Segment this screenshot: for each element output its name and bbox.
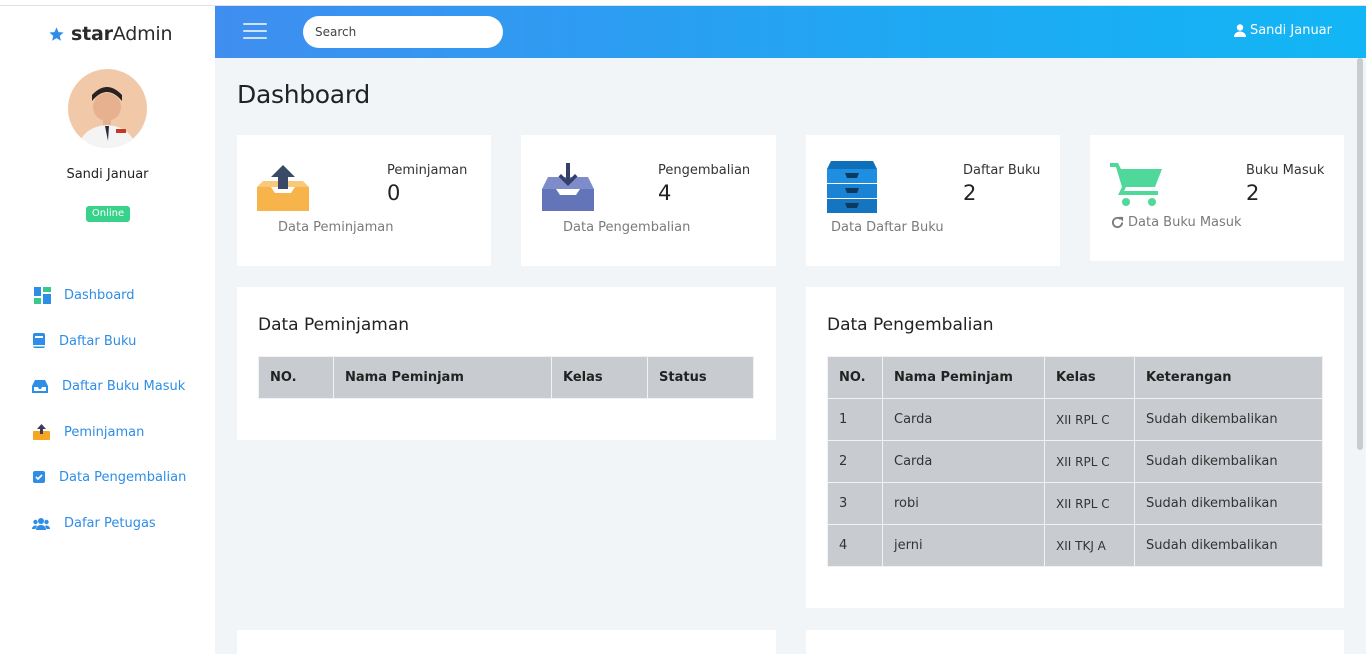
stat-value: 0: [387, 181, 401, 205]
table-row: 4 jerni XII TKJ A Sudah dikembalikan: [827, 524, 1323, 567]
profile-name: Sandi Januar: [66, 167, 149, 182]
sidebar-item-label: Dafar Petugas: [64, 515, 156, 531]
table-header-row: NO. Nama Peminjam Kelas Keterangan: [827, 356, 1323, 399]
cell-no: 3: [827, 482, 883, 525]
stat-link-data-peminjaman[interactable]: Data Peminjaman: [278, 220, 394, 235]
stat-link-data-buku-masuk[interactable]: Data Buku Masuk: [1111, 215, 1242, 230]
brand-logo[interactable]: star Admin: [48, 22, 173, 46]
panel-bottom-right: [806, 630, 1344, 654]
cell-keterangan: Sudah dikembalikan: [1134, 524, 1323, 567]
download-tray-icon: [542, 163, 594, 211]
stat-label: Buku Masuk: [1246, 163, 1325, 178]
sidebar-item-data-pengembalian[interactable]: Data Pengembalian: [0, 462, 215, 492]
table-row: 2 Carda XII RPL C Sudah dikembalikan: [827, 440, 1323, 483]
search-input[interactable]: [303, 16, 503, 48]
sidebar-item-label: Daftar Buku: [59, 333, 137, 349]
table-pengembalian: NO. Nama Peminjam Kelas Keterangan 1 Car…: [827, 356, 1323, 567]
stat-card-peminjaman: Peminjaman 0 Data Peminjaman: [237, 135, 491, 266]
stat-value: 4: [658, 181, 672, 205]
panel-bottom-left: [237, 630, 776, 654]
shopping-cart-icon: [1110, 163, 1162, 206]
page-scrollbar[interactable]: [1357, 58, 1363, 450]
brand-name-bold: star: [71, 23, 113, 45]
sidebar-item-label: Peminjaman: [64, 424, 145, 440]
panel-data-pengembalian: Data Pengembalian NO. Nama Peminjam Kela…: [806, 287, 1344, 608]
column-header[interactable]: Kelas: [1044, 356, 1135, 399]
sidebar-item-daftar-buku[interactable]: Daftar Buku: [0, 326, 215, 356]
user-icon: [1233, 24, 1246, 37]
stat-value: 2: [1246, 181, 1260, 205]
top-navbar: Sandi Januar: [215, 6, 1366, 58]
upload-tray-icon: [257, 165, 309, 211]
dashboard-icon: [33, 286, 51, 304]
table-header-row: NO. Nama Peminjam Kelas Status: [258, 356, 754, 399]
stat-label: Daftar Buku: [963, 163, 1041, 178]
cell-keterangan: Sudah dikembalikan: [1134, 440, 1323, 483]
stat-label: Peminjaman: [387, 163, 468, 178]
stat-label: Pengembalian: [658, 163, 751, 178]
stat-value: 2: [963, 181, 977, 205]
cell-nama: Carda: [882, 398, 1045, 441]
cell-no: 1: [827, 398, 883, 441]
column-header[interactable]: Nama Peminjam: [333, 356, 552, 399]
cell-nama: Carda: [882, 440, 1045, 483]
avatar: [68, 69, 147, 148]
page-title: Dashboard: [237, 80, 370, 109]
status-badge: Online: [86, 206, 130, 222]
stat-link-label: Data Buku Masuk: [1128, 215, 1242, 230]
column-header[interactable]: NO.: [827, 356, 883, 399]
sidebar-item-label: Data Pengembalian: [59, 469, 187, 485]
sidebar-item-daftar-buku-masuk[interactable]: Daftar Buku Masuk: [0, 371, 215, 401]
table-peminjaman: NO. Nama Peminjam Kelas Status: [258, 356, 754, 399]
panel-title: Data Pengembalian: [827, 315, 994, 335]
cell-keterangan: Sudah dikembalikan: [1134, 482, 1323, 525]
stat-card-buku-masuk: Buku Masuk 2 Data Buku Masuk: [1090, 135, 1344, 261]
inbox-icon: [31, 377, 49, 395]
book-icon: [30, 332, 48, 350]
upload-box-icon: [32, 423, 50, 441]
refresh-icon: [1111, 216, 1124, 229]
cell-nama: jerni: [882, 524, 1045, 567]
stat-card-daftar-buku: Daftar Buku 2 Data Daftar Buku: [806, 135, 1060, 266]
archive-drawers-icon: [827, 161, 877, 213]
cell-no: 4: [827, 524, 883, 567]
star-icon: [49, 26, 64, 41]
cell-kelas: XII RPL C: [1044, 482, 1135, 525]
cell-kelas: XII TKJ A: [1044, 524, 1135, 567]
sidebar: star Admin Sandi Januar Online Dashboard …: [0, 6, 215, 654]
user-name: Sandi Januar: [1249, 23, 1332, 38]
menu-toggle-icon[interactable]: [243, 23, 267, 41]
cell-nama: robi: [882, 482, 1045, 525]
sidebar-item-dashboard[interactable]: Dashboard: [0, 280, 215, 310]
sidebar-item-label: Dashboard: [64, 287, 135, 303]
brand-name-regular: Admin: [112, 23, 173, 45]
table-row: 3 robi XII RPL C Sudah dikembalikan: [827, 482, 1323, 525]
table-row: 1 Carda XII RPL C Sudah dikembalikan: [827, 398, 1323, 441]
users-icon: [32, 514, 50, 532]
checkbox-icon: [30, 468, 48, 486]
panel-data-peminjaman: Data Peminjaman NO. Nama Peminjam Kelas …: [237, 287, 776, 440]
panel-title: Data Peminjaman: [258, 315, 410, 335]
stat-card-pengembalian: Pengembalian 4 Data Pengembalian: [521, 135, 776, 266]
sidebar-item-label: Daftar Buku Masuk: [62, 378, 186, 394]
column-header[interactable]: Status: [647, 356, 754, 399]
cell-kelas: XII RPL C: [1044, 398, 1135, 441]
sidebar-item-peminjaman[interactable]: Peminjaman: [0, 417, 215, 447]
stat-link-data-daftar-buku[interactable]: Data Daftar Buku: [831, 220, 944, 235]
cell-keterangan: Sudah dikembalikan: [1134, 398, 1323, 441]
column-header[interactable]: Keterangan: [1134, 356, 1323, 399]
cell-no: 2: [827, 440, 883, 483]
user-menu[interactable]: Sandi Januar: [1233, 23, 1332, 38]
sidebar-item-dafar-petugas[interactable]: Dafar Petugas: [0, 508, 215, 538]
column-header[interactable]: Kelas: [551, 356, 648, 399]
column-header[interactable]: Nama Peminjam: [882, 356, 1045, 399]
column-header[interactable]: NO.: [258, 356, 334, 399]
cell-kelas: XII RPL C: [1044, 440, 1135, 483]
stat-link-data-pengembalian[interactable]: Data Pengembalian: [563, 220, 690, 235]
